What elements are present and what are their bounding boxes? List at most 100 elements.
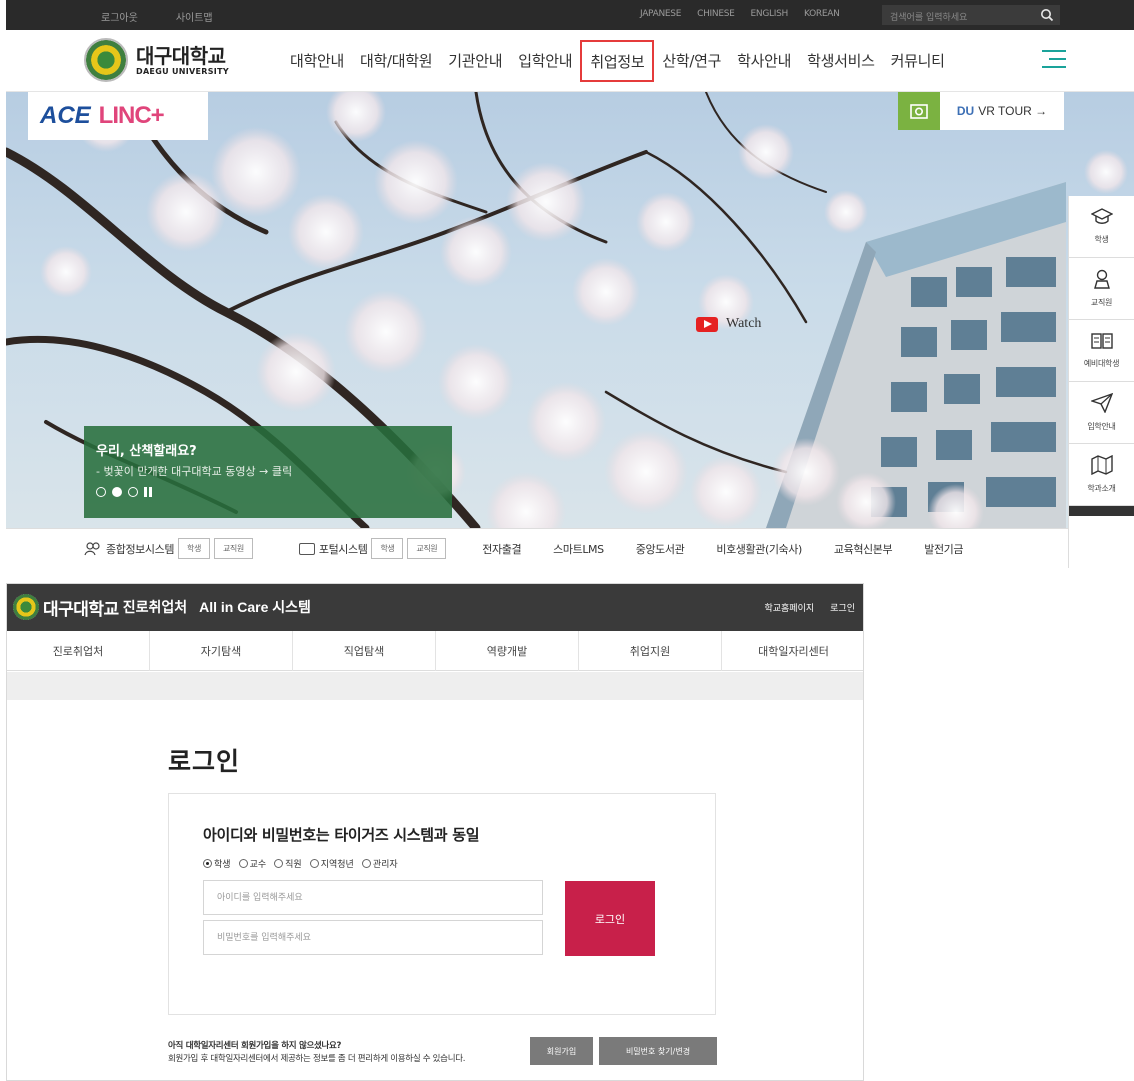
quick-link-5[interactable]: 교육혁신본부 xyxy=(834,541,893,557)
header-login-link[interactable]: 로그인 xyxy=(830,601,855,614)
quick-menu-footer xyxy=(1069,506,1134,516)
role-option-1[interactable]: 학생 xyxy=(203,857,231,870)
slide-dot-3[interactable] xyxy=(128,487,138,497)
quick-menu-item-4[interactable]: 입학안내 xyxy=(1069,382,1134,444)
nav-item-9[interactable]: 커뮤니티 xyxy=(883,30,953,90)
info-student-chip[interactable]: 학생 xyxy=(178,538,210,559)
login-content: 로그인 아이디와 비밀번호는 타이거즈 시스템과 동일 학생 교수 직원 지역청년 관리… xyxy=(17,700,855,1080)
gray-band xyxy=(7,672,863,700)
quick-menu-label: 예비대학생 xyxy=(1083,359,1120,368)
sitemap-link[interactable]: 사이트맵 xyxy=(176,9,213,24)
signup-question: 아직 대학일자리센터 회원가입을 하지 않으셨나요? xyxy=(168,1041,342,1051)
role-option-4[interactable]: 지역청년 xyxy=(309,857,354,870)
lang-chinese[interactable]: CHINESE xyxy=(697,9,735,19)
vr-tour-button[interactable]: DU VR TOUR → xyxy=(898,92,1064,130)
brand-name: 대구대학교 xyxy=(43,599,119,620)
password-input[interactable] xyxy=(204,921,542,954)
password-field-wrapper xyxy=(203,920,543,955)
quick-menu-item-1[interactable]: 학생 xyxy=(1069,196,1134,258)
nav-item-5[interactable]: 취업정보 xyxy=(580,40,655,82)
info-system-link[interactable]: 종합정보시스템 xyxy=(106,541,174,557)
pause-icon[interactable] xyxy=(144,487,152,497)
quick-menu: 학생 교직원예비대학생입학안내학과소개 xyxy=(1068,196,1134,568)
allincare-header: 대구대학교 진로취업처 All in Care 시스템 학교홈페이지 로그인 xyxy=(7,584,863,631)
quick-link-1[interactable]: 전자출결 xyxy=(482,541,521,557)
nav-item-8[interactable]: 학생서비스 xyxy=(799,30,883,90)
quick-menu-item-5[interactable]: 학과소개 xyxy=(1069,444,1134,506)
lang-english[interactable]: ENGLISH xyxy=(751,9,789,19)
linc-logo: LINC+ xyxy=(98,102,165,129)
language-links: JAPANESE CHINESE ENGLISH KOREAN xyxy=(640,9,840,19)
search-input[interactable] xyxy=(882,8,1032,28)
quick-link-3[interactable]: 중앙도서관 xyxy=(636,541,685,557)
slide-dot-2[interactable] xyxy=(112,487,122,497)
allincare-logo[interactable]: 대구대학교 진로취업처 All in Care 시스템 xyxy=(13,594,311,620)
allincare-menu-item-6[interactable]: 대학일자리센터 xyxy=(722,631,863,671)
radio-circle[interactable] xyxy=(361,859,371,868)
login-button[interactable]: 로그인 xyxy=(565,881,655,956)
role-option-2[interactable]: 교수 xyxy=(238,857,266,870)
nav-item-1[interactable]: 대학안내 xyxy=(282,30,352,90)
allincare-menu-item-5[interactable]: 취업지원 xyxy=(579,631,722,671)
allincare-menu-item-4[interactable]: 역량개발 xyxy=(436,631,579,671)
hamburger-menu-icon[interactable] xyxy=(1042,50,1066,70)
role-radio-group: 학생 교수 직원 지역청년 관리자 xyxy=(203,857,402,870)
quick-menu-label: 학과소개 xyxy=(1087,484,1116,493)
portal-staff-chip[interactable]: 교직원 xyxy=(407,538,447,559)
signup-description: 회원가입 후 대학일자리센터에서 제공하는 정보를 좀 더 편리하게 이용하실 … xyxy=(168,1054,466,1064)
search-icon[interactable] xyxy=(1040,8,1054,22)
quick-links: 전자출결 스마트LMS 중앙도서관 비호생활관(기숙사) 교육혁신본부 발전기금 xyxy=(482,541,963,557)
nav-item-3[interactable]: 기관안내 xyxy=(440,30,510,90)
map-icon xyxy=(1090,454,1113,479)
role-label: 관리자 xyxy=(372,860,398,870)
header-links: 학교홈페이지 로그인 xyxy=(764,601,855,614)
nav-item-2[interactable]: 대학/대학원 xyxy=(352,30,440,90)
id-input[interactable] xyxy=(204,881,542,914)
logout-link[interactable]: 로그아웃 xyxy=(101,9,138,24)
hero-banner[interactable]: ACE LINC+ DU VR TOUR → Watch 우리, 산책할래요? -… xyxy=(6,92,1134,528)
quick-menu-label: 입학안내 xyxy=(1087,422,1116,431)
quick-menu-item-3[interactable]: 예비대학생 xyxy=(1069,320,1134,382)
university-emblem-icon xyxy=(13,594,39,620)
role-label: 지역청년 xyxy=(320,860,354,870)
watch-video-link[interactable]: Watch xyxy=(696,316,761,332)
brand-department: 진로취업처 xyxy=(122,600,188,616)
allincare-menu-item-2[interactable]: 자기탐색 xyxy=(150,631,293,671)
role-label: 학생 xyxy=(214,860,231,870)
graduation-cap-icon xyxy=(1089,208,1114,230)
radio-circle[interactable] xyxy=(274,859,284,868)
info-staff-chip[interactable]: 교직원 xyxy=(213,538,253,559)
people-icon xyxy=(84,541,100,555)
role-option-5[interactable]: 관리자 xyxy=(361,857,398,870)
ace-linc-badge[interactable]: ACE LINC+ xyxy=(28,92,208,140)
radio-circle[interactable] xyxy=(238,859,248,868)
quick-link-bar: 종합정보시스템 학생 교직원 포털시스템 학생 교직원 전자출결 스마트LMS 중앙… xyxy=(6,528,1068,568)
role-label: 직원 xyxy=(285,860,302,870)
quick-link-2[interactable]: 스마트LMS xyxy=(553,541,604,557)
all-in-care-login-page: 대구대학교 진로취업처 All in Care 시스템 학교홈페이지 로그인 진… xyxy=(6,583,864,1081)
quick-menu-item-2[interactable]: 교직원 xyxy=(1069,258,1134,320)
utility-bar: 로그아웃 사이트맵 JAPANESE CHINESE ENGLISH KOREA… xyxy=(6,0,1134,30)
signup-button[interactable]: 회원가입 xyxy=(530,1037,593,1065)
nav-item-4[interactable]: 입학안내 xyxy=(510,30,580,90)
allincare-menu-item-3[interactable]: 직업탐색 xyxy=(293,631,436,671)
radio-circle[interactable] xyxy=(203,859,212,868)
allincare-menu-item-1[interactable]: 진로취업처 xyxy=(7,631,150,671)
lang-japanese[interactable]: JAPANESE xyxy=(640,9,681,19)
slide-dot-1[interactable] xyxy=(96,487,106,497)
lang-korean[interactable]: KOREAN xyxy=(804,9,840,19)
radio-circle[interactable] xyxy=(309,859,319,868)
nav-item-7[interactable]: 학사안내 xyxy=(729,30,799,90)
quick-link-6[interactable]: 발전기금 xyxy=(924,541,963,557)
university-logo[interactable]: 대구대학교 DAEGU UNIVERSITY xyxy=(84,38,229,82)
vr-camera-icon xyxy=(898,92,940,130)
role-option-3[interactable]: 직원 xyxy=(274,857,302,870)
portal-student-chip[interactable]: 학생 xyxy=(371,538,404,559)
find-password-button[interactable]: 비밀번호 찾기/변경 xyxy=(599,1037,717,1065)
nav-item-6[interactable]: 산학/연구 xyxy=(654,30,729,90)
quick-link-4[interactable]: 비호생활관(기숙사) xyxy=(716,541,802,557)
nav-menu: 대학안내 대학/대학원 기관안내 입학안내 취업정보 산학/연구 학사안내 학생서비스 커뮤니티 xyxy=(282,30,953,90)
portal-link[interactable]: 포털시스템 xyxy=(319,541,368,557)
slide-caption[interactable]: 우리, 산책할래요? - 벚꽃이 만개한 대구대학교 동영상 → 클릭 xyxy=(84,426,452,518)
school-homepage-link[interactable]: 학교홈페이지 xyxy=(764,601,814,614)
